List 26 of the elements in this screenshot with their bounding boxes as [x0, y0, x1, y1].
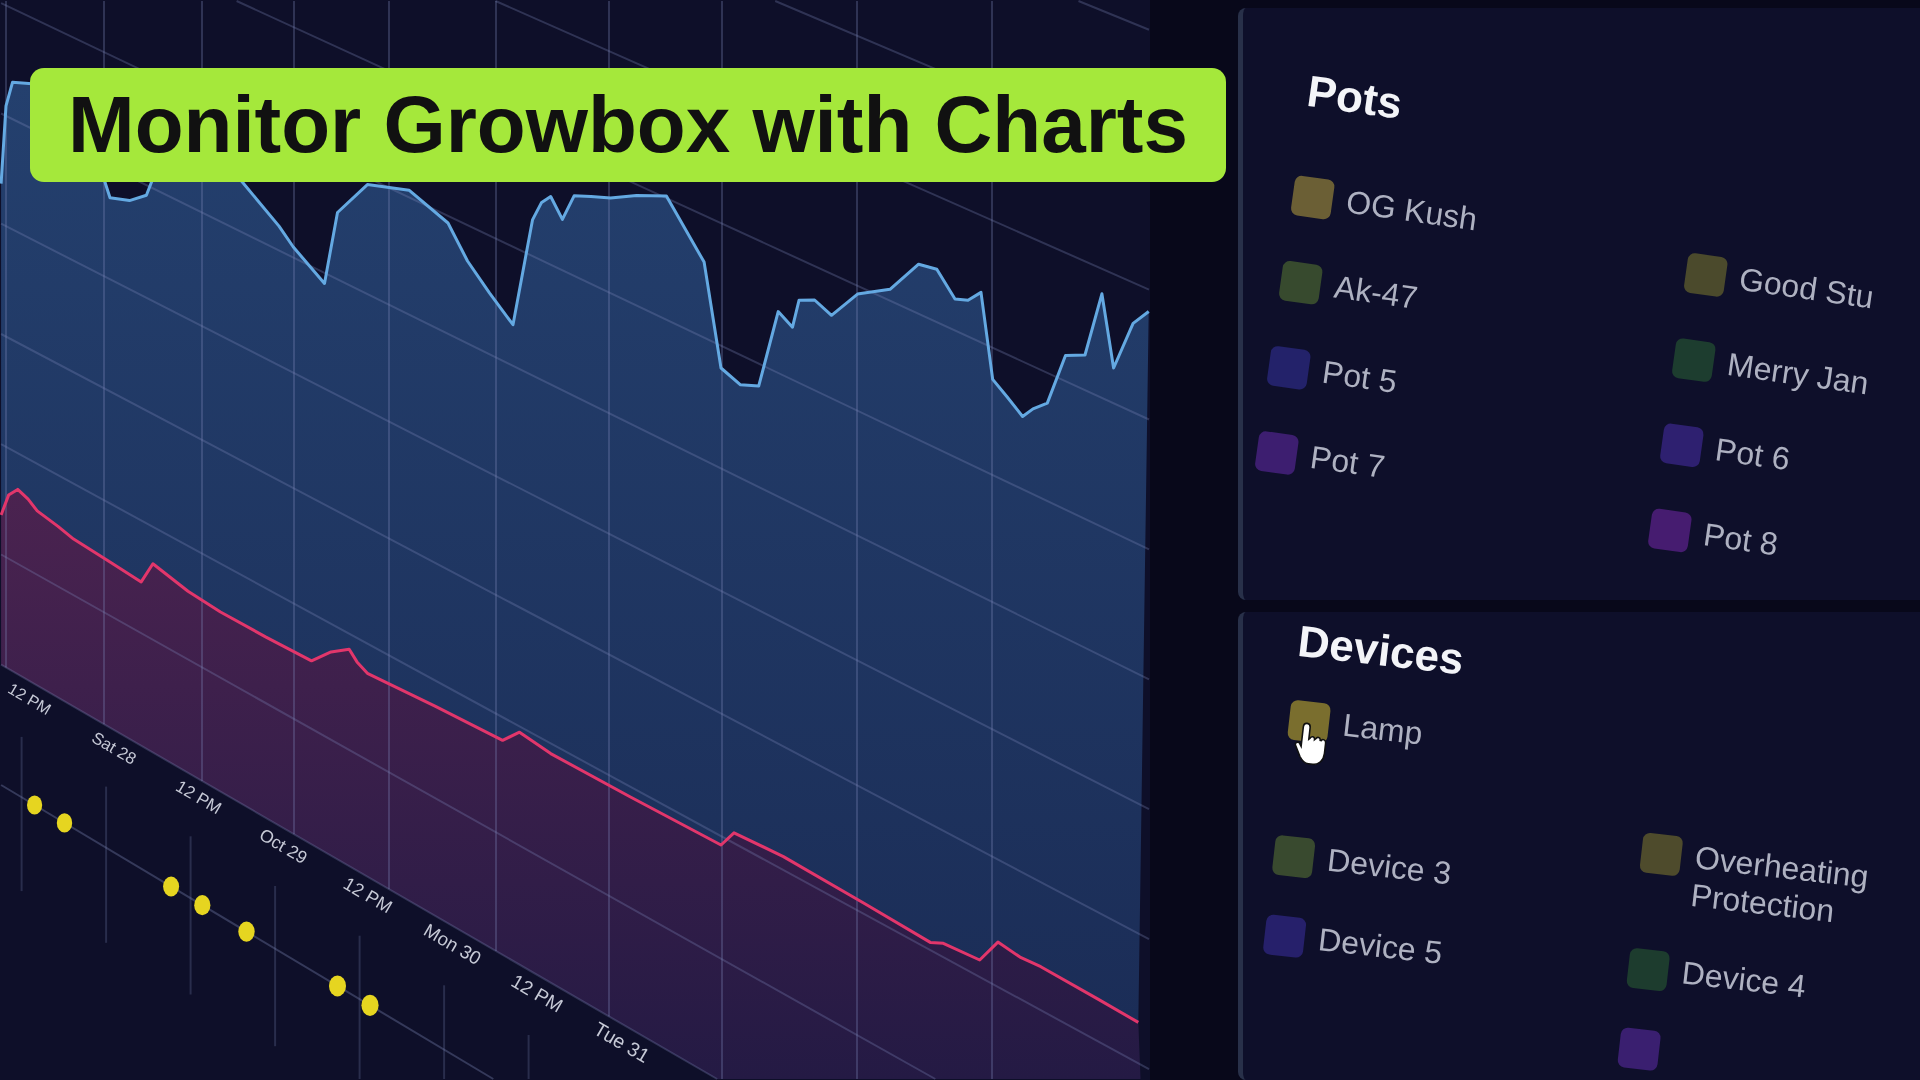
legend-label[interactable]: Merry Jan [1724, 345, 1872, 403]
legend-label[interactable]: Pot 5 [1319, 352, 1400, 401]
color-swatch-icon[interactable] [1254, 430, 1300, 476]
legend-label[interactable]: Device 4 [1679, 953, 1808, 1006]
color-swatch-icon[interactable] [1683, 252, 1729, 298]
legend-label[interactable]: Ak-47 [1331, 267, 1420, 317]
color-swatch-icon[interactable] [1617, 1026, 1662, 1072]
color-swatch-icon[interactable] [1639, 832, 1684, 877]
legend-label[interactable]: Lamp [1340, 705, 1425, 753]
color-swatch-icon[interactable] [1671, 337, 1717, 383]
color-swatch-icon[interactable] [1266, 345, 1312, 391]
legend-label[interactable]: OG Kush [1343, 182, 1480, 239]
legend-label[interactable]: Pot 6 [1713, 430, 1793, 479]
color-swatch-icon[interactable] [1659, 422, 1705, 468]
legend-label[interactable]: Good Stu [1736, 259, 1877, 317]
panel-title: Devices [1295, 616, 1467, 685]
legend-label[interactable]: Pot 8 [1701, 515, 1781, 564]
panel-title: Pots [1304, 66, 1406, 129]
hand-cursor-icon [1292, 720, 1329, 768]
legend-label[interactable]: Device 3 [1325, 840, 1454, 893]
legend-label[interactable]: Pot 7 [1307, 437, 1388, 486]
legend-label[interactable]: Overheating Protection [1688, 838, 1877, 935]
color-swatch-icon[interactable] [1271, 834, 1316, 879]
legend-label[interactable]: Device 5 [1316, 920, 1445, 973]
color-swatch-icon[interactable] [1626, 947, 1671, 992]
color-swatch-icon[interactable] [1262, 914, 1307, 959]
